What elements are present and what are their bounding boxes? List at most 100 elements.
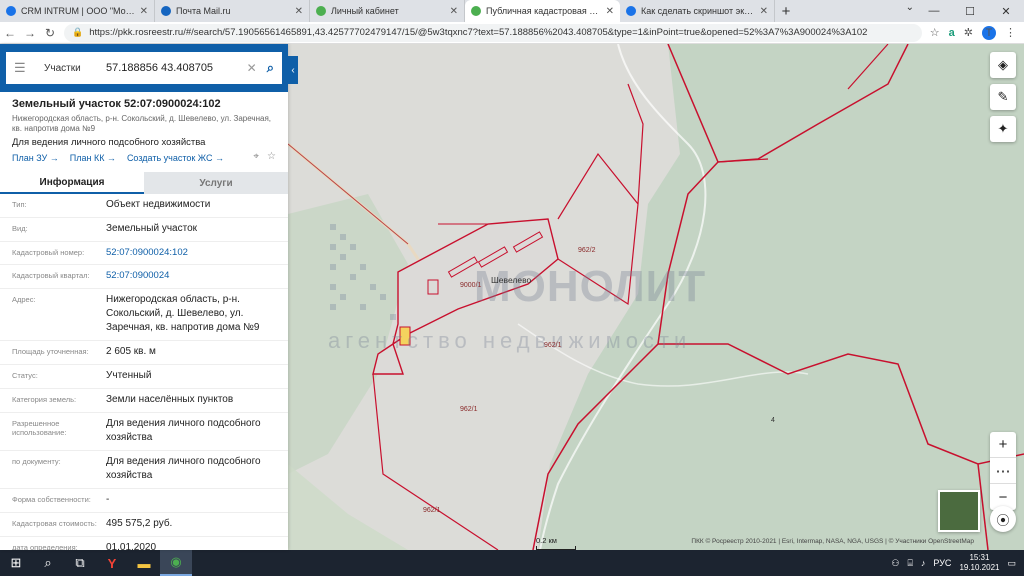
- tab-favicon-icon: [626, 6, 636, 16]
- system-tray: ⚇ ⌸ ♪ РУС 15:31 19.10.2021 ▭: [891, 550, 1016, 576]
- search-box: ☰ Участки 57.188856 43.408705 ✕ ⌕: [6, 52, 282, 84]
- extension-badge-icon[interactable]: a: [949, 27, 955, 39]
- attribute-key: Площадь уточненная:: [12, 346, 89, 356]
- address-bar[interactable]: 🔒 https://pkk.rosreestr.ru/#/search/57.1…: [64, 23, 922, 42]
- watermark-subtitle: агентство недвижимости: [328, 328, 692, 353]
- tab-label: Как сделать скриншот экрана н: [641, 6, 756, 16]
- village-label: Шевелево: [491, 275, 532, 285]
- geolocate-button[interactable]: ⦿: [990, 506, 1016, 532]
- layer-select[interactable]: Участки: [44, 63, 106, 74]
- search-taskbar-icon[interactable]: ⌕: [32, 550, 64, 576]
- tab-close-icon[interactable]: ✕: [295, 6, 303, 17]
- clear-search-icon[interactable]: ✕: [247, 61, 257, 75]
- profile-avatar[interactable]: T: [982, 25, 996, 40]
- zoom-controls: + ⋯ −: [990, 432, 1016, 510]
- reload-icon[interactable]: ↻: [40, 26, 60, 40]
- browser-tab[interactable]: Почта Mail.ru ✕: [155, 0, 310, 22]
- url-text: https://pkk.rosreestr.ru/#/search/57.190…: [89, 27, 868, 38]
- browser-tab[interactable]: Личный кабинет ✕: [310, 0, 465, 22]
- attribute-value: Нижегородская область, р-н. Сокольский, …: [106, 293, 260, 333]
- network-icon[interactable]: ⌸: [908, 558, 913, 569]
- parcel-action-icons: ⌖ ☆: [253, 151, 276, 162]
- attribute-value[interactable]: 52:07:0900024:102: [106, 246, 276, 259]
- parcel-use: Для ведения личного подсобного хозяйства: [12, 137, 206, 148]
- attribute-key: Адрес:: [12, 294, 36, 304]
- plan-zu-link[interactable]: План ЗУ →: [12, 153, 59, 163]
- people-icon[interactable]: ⚇: [891, 558, 899, 569]
- plan-kk-link[interactable]: План КК →: [70, 153, 116, 163]
- create-parcel-link[interactable]: Создать участок ЖС →: [127, 153, 224, 163]
- tab-close-icon[interactable]: ✕: [450, 6, 458, 17]
- attribute-value[interactable]: 52:07:0900024: [106, 269, 276, 282]
- search-icon[interactable]: ⌕: [267, 60, 274, 76]
- layers-button[interactable]: ◈: [990, 52, 1016, 78]
- tab-close-icon[interactable]: ✕: [140, 6, 148, 17]
- zoom-to-parcel-icon[interactable]: ⌖: [253, 151, 259, 162]
- attribute-value: 01.01.2020: [106, 541, 157, 550]
- attribute-value: Учтенный: [106, 369, 152, 381]
- attribute-value: 2 605 кв. м: [106, 345, 156, 357]
- attribute-value: Объект недвижимости: [106, 199, 211, 210]
- menu-dots-icon[interactable]: ⋮: [1005, 26, 1016, 39]
- cadastral-map[interactable]: МОНОЛИТ агентство недвижимости Шевелево …: [288, 44, 1024, 550]
- scale-label: 0.2 км: [536, 536, 557, 545]
- chrome-icon[interactable]: ◉: [160, 550, 192, 576]
- basemap-switcher[interactable]: [938, 490, 980, 532]
- tab-services[interactable]: Услуги: [144, 172, 288, 194]
- bookmark-star-icon[interactable]: ☆: [930, 26, 940, 39]
- windows-taskbar: ⊞ ⌕ ⧉ Y ▬ ◉ ⚇ ⌸ ♪ РУС 15:31 19.10.2021 ▭: [0, 550, 1024, 576]
- zoom-more-button[interactable]: ⋯: [990, 458, 1016, 484]
- map-label-962-1-b: 962/1: [460, 406, 478, 413]
- browser-tab[interactable]: CRM INTRUM | ООО "Монолит" ✕: [0, 0, 155, 22]
- forward-icon[interactable]: →: [20, 26, 40, 40]
- browser-tab[interactable]: Публичная кадастровая карта ✕: [465, 0, 620, 22]
- attribute-row: Вид: Земельный участок: [0, 218, 288, 242]
- tab-close-icon[interactable]: ✕: [760, 6, 768, 17]
- task-view-icon[interactable]: ⧉: [64, 550, 96, 576]
- maximize-button[interactable]: ☐: [952, 0, 988, 22]
- attribute-key: Статус:: [12, 370, 38, 380]
- back-icon[interactable]: ←: [0, 26, 20, 40]
- volume-icon[interactable]: ♪: [921, 558, 926, 568]
- favorite-star-icon[interactable]: ☆: [267, 151, 276, 162]
- tab-information[interactable]: Информация: [0, 172, 144, 194]
- search-input[interactable]: 57.188856 43.408705: [106, 62, 247, 74]
- new-tab-button[interactable]: +: [775, 0, 797, 22]
- browser-tab[interactable]: Как сделать скриншот экрана н ✕: [620, 0, 775, 22]
- tab-favicon-icon: [161, 6, 171, 16]
- close-window-button[interactable]: ✕: [988, 0, 1024, 22]
- language-indicator[interactable]: РУС: [933, 558, 951, 568]
- collapse-panel-button[interactable]: ‹: [288, 56, 298, 84]
- attribute-row: Разрешенное использование: Для ведения ли…: [0, 413, 288, 451]
- map-label-962-1-c: 962/1: [423, 507, 441, 514]
- attribute-key: Вид:: [12, 224, 28, 233]
- yandex-browser-icon[interactable]: Y: [96, 550, 128, 576]
- hamburger-menu-icon[interactable]: ☰: [14, 60, 32, 76]
- extensions-puzzle-icon[interactable]: ✲: [964, 26, 973, 39]
- attribute-row: по документу: Для ведения личного подсобн…: [0, 451, 288, 489]
- measure-ruler-button[interactable]: ✎: [990, 84, 1016, 110]
- attribute-key: Кадастровая стоимость:: [12, 518, 97, 528]
- attribute-row: дата определения: 01.01.2020: [0, 537, 288, 550]
- notifications-icon[interactable]: ▭: [1007, 558, 1016, 569]
- window-controls: — ☐ ✕: [916, 0, 1024, 22]
- minimize-button[interactable]: —: [916, 0, 952, 22]
- tab-favicon-icon: [471, 6, 481, 16]
- tools-button[interactable]: ✦: [990, 116, 1016, 142]
- tab-search-icon[interactable]: ⌄: [906, 2, 914, 13]
- map-label-962-1-a: 962/1: [544, 342, 562, 349]
- attribute-value: Земли населённых пунктов: [106, 393, 234, 405]
- tab-label: CRM INTRUM | ООО "Монолит": [21, 6, 136, 16]
- zoom-in-button[interactable]: +: [990, 432, 1016, 458]
- clock-date: 19.10.2021: [959, 563, 1000, 572]
- attribute-value: -: [106, 493, 110, 505]
- tab-list: CRM INTRUM | ООО "Монолит"✕Почта Mail.ru…: [0, 0, 775, 22]
- file-explorer-icon[interactable]: ▬: [128, 550, 160, 576]
- windows-start-icon[interactable]: ⊞: [0, 550, 32, 576]
- clock[interactable]: 15:31 19.10.2021: [959, 553, 999, 572]
- attribute-value: Для ведения личного подсобного хозяйства: [106, 455, 261, 481]
- tab-close-icon[interactable]: ✕: [606, 6, 614, 17]
- clock-time: 15:31: [969, 553, 990, 563]
- attribute-row: Кадастровый номер: 52:07:0900024:102: [0, 242, 288, 266]
- lock-icon: 🔒: [72, 27, 84, 37]
